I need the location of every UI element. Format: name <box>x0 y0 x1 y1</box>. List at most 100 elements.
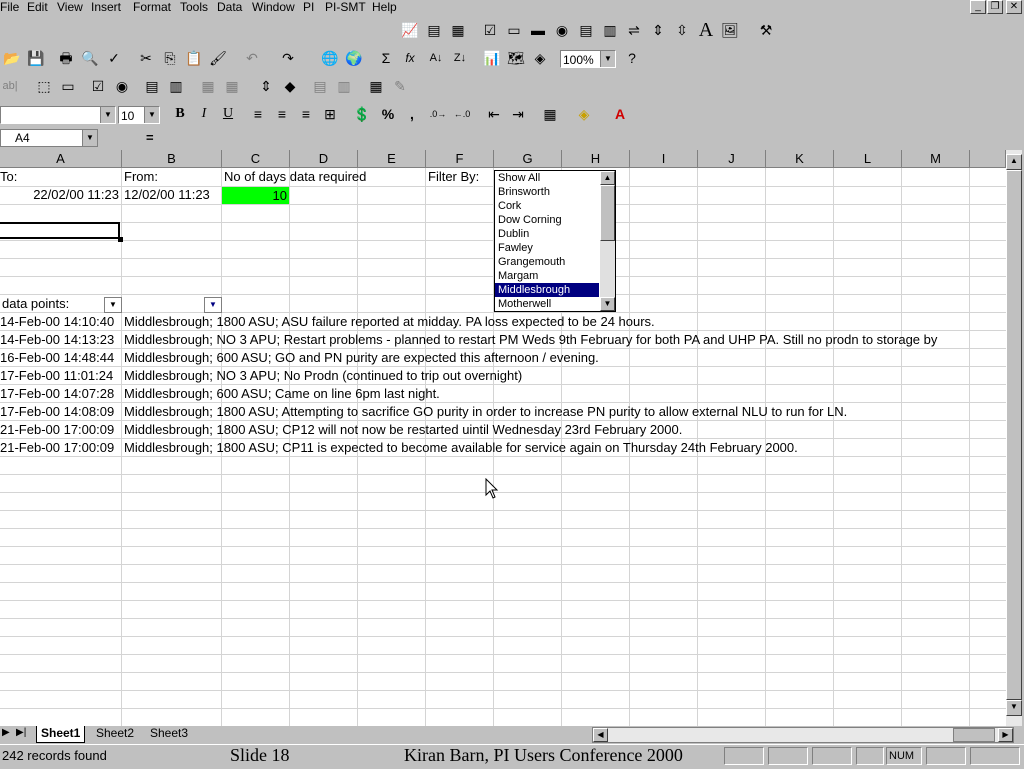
increase-decimal-icon[interactable]: .0→ <box>428 104 448 124</box>
decrease-indent-icon[interactable]: ⇤ <box>484 104 504 124</box>
chevron-down-icon[interactable]: ▼ <box>82 130 97 146</box>
filter-option[interactable]: Fawley <box>495 241 599 255</box>
italic-button[interactable]: I <box>194 104 214 124</box>
restore-icon[interactable]: ❐ <box>987 0 1003 14</box>
currency-icon[interactable]: 💲 <box>352 104 372 124</box>
wordart-icon[interactable]: A <box>696 20 716 40</box>
filter-option[interactable]: Grangemouth <box>495 255 599 269</box>
align-center-icon[interactable]: ≡ <box>272 104 292 124</box>
view-code-icon[interactable]: ▥ <box>334 76 354 96</box>
column-header-b[interactable]: B <box>122 150 222 168</box>
column-header-f[interactable]: F <box>426 150 494 168</box>
filter-option[interactable]: Show All <box>495 171 599 185</box>
column-header-m[interactable]: M <box>902 150 970 168</box>
edit-box-icon[interactable]: ▭ <box>504 20 524 40</box>
percent-button[interactable]: % <box>378 104 398 124</box>
drawing-icon[interactable]: ◈ <box>530 48 550 68</box>
horizontal-scrollbar[interactable]: ◀ ▶ <box>592 727 1014 743</box>
chevron-down-icon[interactable]: ▼ <box>144 107 159 123</box>
menu-pi-smt[interactable]: PI-SMT <box>325 0 366 15</box>
chevron-down-icon[interactable]: ▼ <box>600 51 615 67</box>
toggle-icon[interactable]: ▦ <box>198 76 218 96</box>
minimize-icon[interactable]: _ <box>970 0 986 14</box>
menu-format[interactable]: Format <box>133 0 171 15</box>
increase-indent-icon[interactable]: ⇥ <box>508 104 528 124</box>
column-header-h[interactable]: H <box>562 150 630 168</box>
spelling-icon[interactable]: ✓ <box>104 48 124 68</box>
menu-view[interactable]: View <box>57 0 83 15</box>
scroll-up-icon[interactable]: ▲ <box>1006 154 1022 170</box>
column-header-a[interactable]: A <box>0 150 122 168</box>
decrease-decimal-icon[interactable]: ←.0 <box>452 104 472 124</box>
chart-icon[interactable]: 📊 <box>482 48 502 68</box>
autosum-icon[interactable]: Σ <box>376 48 396 68</box>
column-header-l[interactable]: L <box>834 150 902 168</box>
column-header-c[interactable]: C <box>222 150 290 168</box>
combobox-icon[interactable]: ▥ <box>166 76 186 96</box>
font-select[interactable]: ▼ <box>0 106 116 124</box>
print-preview-icon[interactable]: 🔍 <box>80 48 100 68</box>
filter-option[interactable]: Motherwell <box>495 297 599 311</box>
menu-insert[interactable]: Insert <box>91 0 121 15</box>
column-header-i[interactable]: I <box>630 150 698 168</box>
properties-icon[interactable]: ▤ <box>424 20 444 40</box>
underline-button[interactable]: U <box>218 104 238 124</box>
command-button-icon[interactable]: ▭ <box>58 76 78 96</box>
from-date-cell[interactable]: 12/02/00 11:23 <box>124 186 210 204</box>
insert-hyperlink-icon[interactable]: 🌐 <box>320 48 340 68</box>
copy-icon[interactable]: ⎘ <box>160 48 180 68</box>
tools-icon[interactable]: ⚒ <box>756 20 776 40</box>
help-icon[interactable]: ? <box>622 48 642 68</box>
paste-icon[interactable]: 📋 <box>184 48 204 68</box>
data-points-dropdown[interactable]: ▼ <box>104 297 122 313</box>
undo-icon[interactable]: ↶ <box>242 48 262 68</box>
paste-function-icon[interactable]: fx <box>400 48 420 68</box>
scroll-right-icon[interactable]: ▶ <box>998 728 1013 742</box>
filter-listbox[interactable]: Show All Brinsworth Cork Dow Corning Dub… <box>494 170 616 312</box>
tab-sheet3[interactable]: Sheet3 <box>146 726 192 742</box>
web-toolbar-icon[interactable]: 🌍 <box>344 48 364 68</box>
scroll-thumb[interactable] <box>1006 170 1022 700</box>
menu-window[interactable]: Window <box>252 0 295 15</box>
data-points-dropdown-2[interactable]: ▼ <box>204 297 222 313</box>
grid-icon[interactable]: ▦ <box>448 20 468 40</box>
design-grid-icon[interactable]: ▦ <box>366 76 386 96</box>
filter-option[interactable]: Cork <box>495 199 599 213</box>
redo-icon[interactable]: ↷ <box>278 48 298 68</box>
combo-list-icon[interactable]: ▥ <box>600 20 620 40</box>
spin-icon[interactable]: ⇕ <box>256 76 276 96</box>
list-box-icon[interactable]: ▤ <box>576 20 596 40</box>
menu-file[interactable]: File <box>0 0 19 15</box>
properties-ctl-icon[interactable]: ▤ <box>310 76 330 96</box>
column-header-g[interactable]: G <box>494 150 562 168</box>
fill-handle[interactable] <box>118 237 123 242</box>
font-color-icon[interactable]: A <box>610 104 630 124</box>
menu-edit[interactable]: Edit <box>27 0 48 15</box>
bold-button[interactable]: B <box>170 104 190 124</box>
menu-tools[interactable]: Tools <box>180 0 208 15</box>
column-header-d[interactable]: D <box>290 150 358 168</box>
image-icon[interactable]: 🖼 <box>720 20 740 40</box>
sort-ascending-icon[interactable]: A↓ <box>426 48 446 68</box>
chart-wizard-icon[interactable]: 📈 <box>400 20 420 40</box>
font-size-select[interactable]: 10 ▼ <box>118 106 160 124</box>
print-icon[interactable]: 🖶 <box>56 48 76 68</box>
scroll-thumb[interactable] <box>953 728 995 742</box>
close-icon[interactable]: ✕ <box>1006 0 1022 14</box>
formula-input[interactable] <box>160 129 1024 147</box>
menu-pi[interactable]: PI <box>303 0 314 15</box>
column-header-k[interactable]: K <box>766 150 834 168</box>
filter-option[interactable]: Dublin <box>495 227 599 241</box>
spin-alt-icon[interactable]: ◆ <box>280 76 300 96</box>
format-painter-icon[interactable]: 🖌 <box>208 48 228 68</box>
spinner-icon[interactable]: ⇕ <box>648 20 668 40</box>
frame-icon[interactable]: ⬚ <box>34 76 54 96</box>
save-icon[interactable]: 💾 <box>26 48 46 68</box>
align-right-icon[interactable]: ≡ <box>296 104 316 124</box>
sort-descending-icon[interactable]: Z↓ <box>450 48 470 68</box>
button-control-icon[interactable]: ▬ <box>528 20 548 40</box>
text-box-icon[interactable]: ab| <box>0 76 20 96</box>
name-box[interactable]: A4 ▼ <box>0 129 98 147</box>
merge-center-icon[interactable]: ⊞ <box>320 104 340 124</box>
design-mode-icon[interactable]: ✎ <box>390 76 410 96</box>
